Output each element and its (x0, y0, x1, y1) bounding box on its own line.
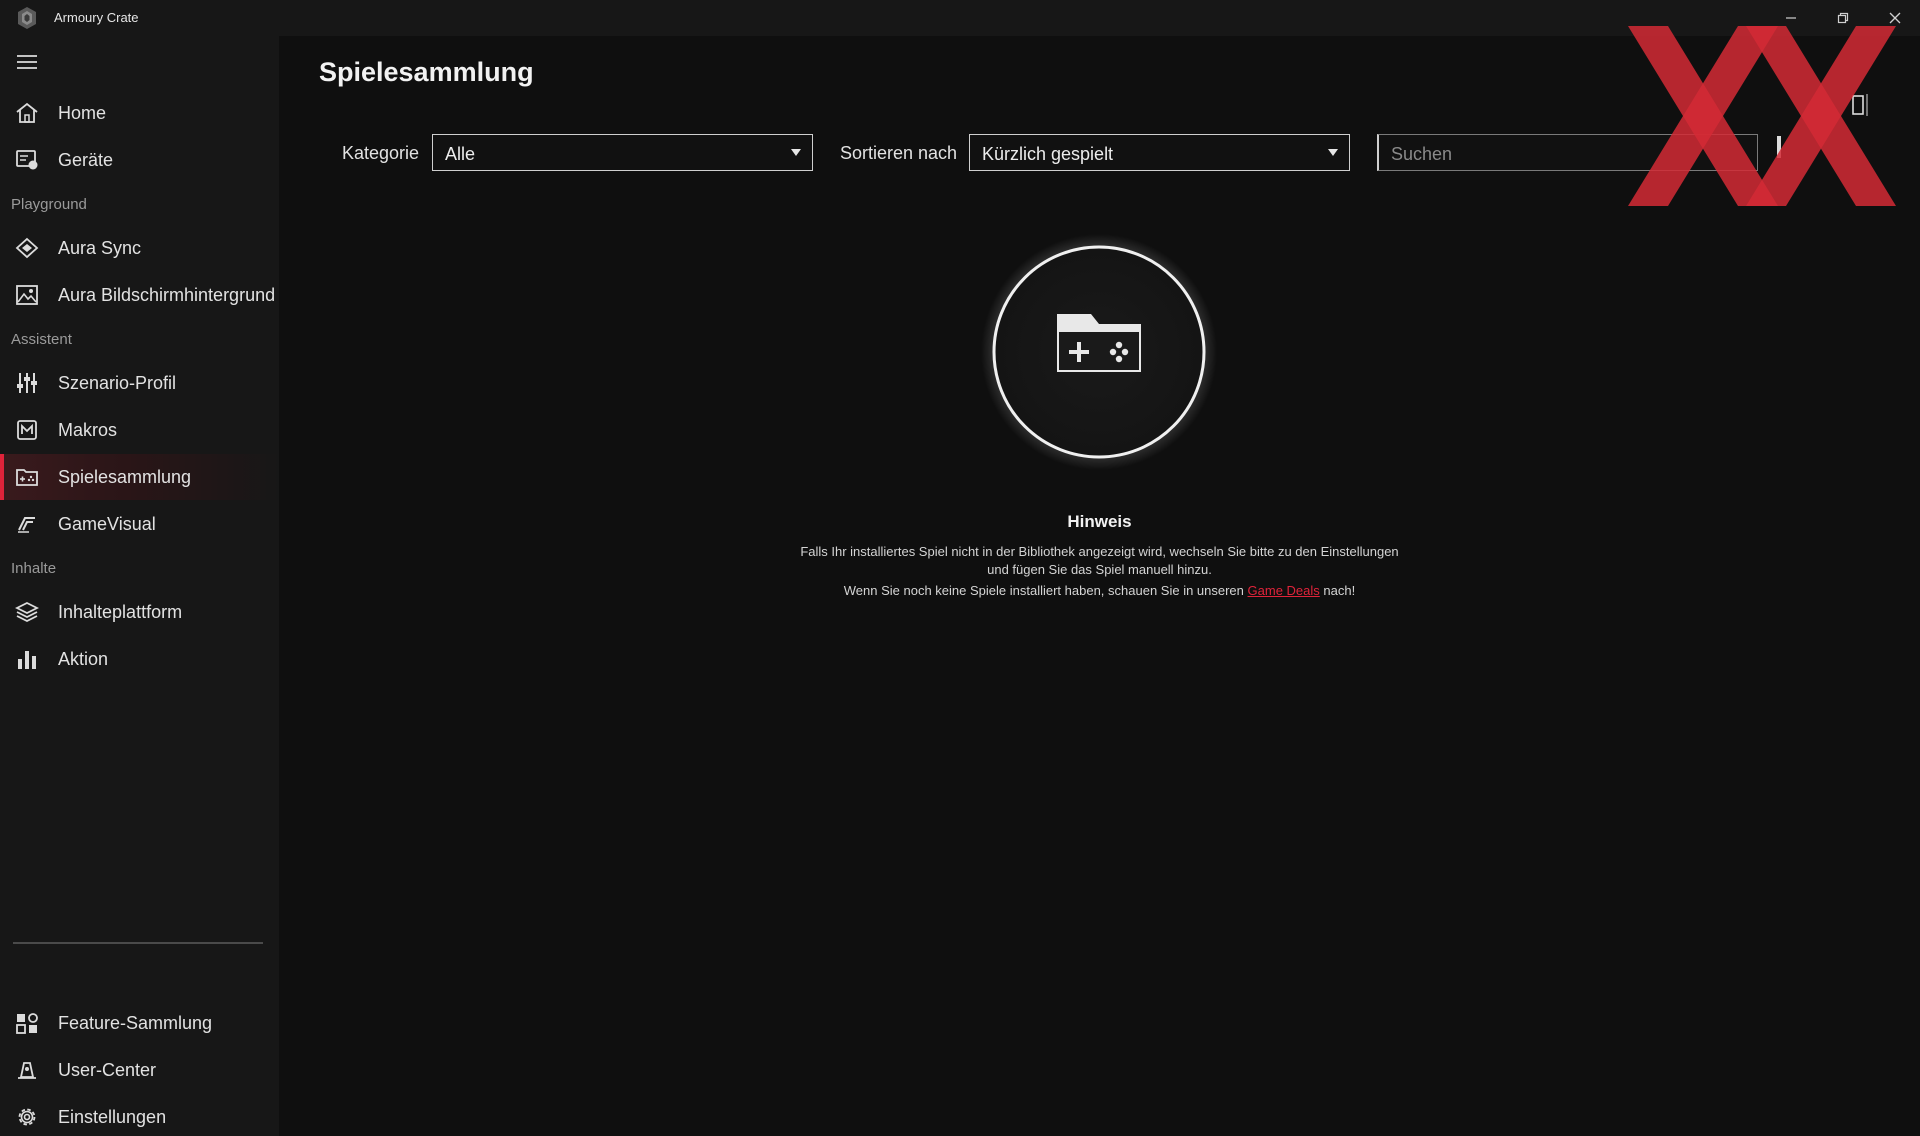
game-library-icon (16, 469, 38, 486)
category-value: Alle (445, 144, 476, 164)
gear-icon (18, 1108, 36, 1126)
app-title: Armoury Crate (54, 10, 139, 25)
sidebar-item-label: Makros (58, 420, 118, 440)
sidebar-item-label: Spielesammlung (58, 467, 192, 487)
sidebar-item-label: Geräte (58, 150, 114, 170)
sidebar-item-macros[interactable]: Makros (0, 407, 279, 453)
sidebar: Home Geräte Playground Aura Sync Aura Bi… (0, 36, 279, 1136)
sidebar-item-label: Szenario-Profil (58, 373, 177, 393)
sliders-icon (17, 373, 37, 393)
macro-icon (17, 420, 37, 440)
section-label-playground: Playground (11, 196, 87, 213)
sidebar-item-aura-sync[interactable]: Aura Sync (0, 225, 279, 271)
sidebar-item-settings[interactable]: Einstellungen (0, 1094, 279, 1136)
add-game-folder-icon[interactable] (979, 232, 1219, 472)
rog-logo-icon (18, 7, 36, 29)
bar-chart-icon (18, 651, 36, 669)
restore-icon (1837, 12, 1849, 24)
hint-line-1: Falls Ihr installiertes Spiel nicht in d… (800, 544, 1399, 559)
sidebar-item-label: Aktion (58, 649, 109, 669)
sidebar-item-game-library[interactable]: Spielesammlung (0, 454, 279, 500)
sidebar-item-aura-wallpaper[interactable]: Aura Bildschirmhintergrund (0, 272, 279, 318)
game-deals-link[interactable]: Game Deals (1248, 583, 1320, 598)
search-placeholder: Suchen (1391, 144, 1453, 164)
sidebar-item-feature-collection[interactable]: Feature-Sammlung (0, 1000, 279, 1046)
hamburger-menu-icon[interactable] (17, 54, 37, 70)
close-icon (1889, 12, 1901, 24)
section-label-assistant: Assistent (11, 331, 72, 348)
hint-line-3-prefix: Wenn Sie noch keine Spiele installiert h… (843, 583, 1244, 598)
layers-icon (15, 601, 39, 623)
page-title: Spielesammlung (319, 57, 534, 87)
feature-grid-icon (16, 1013, 38, 1034)
sort-value: Kürzlich gespielt (982, 144, 1114, 164)
category-dropdown[interactable]: Alle (432, 134, 813, 171)
wallpaper-icon (16, 285, 38, 305)
sort-label: Sortieren nach (840, 143, 958, 163)
sidebar-divider (13, 942, 263, 944)
sidebar-item-label: Aura Bildschirmhintergrund (58, 285, 276, 305)
hint-line-3: Wenn Sie noch keine Spiele installiert h… (279, 583, 1920, 598)
watermark-logo (1628, 26, 1896, 206)
sort-dropdown[interactable]: Kürzlich gespielt (969, 134, 1350, 171)
sidebar-item-label: User-Center (58, 1060, 157, 1080)
user-center-icon (18, 1062, 36, 1079)
category-label: Kategorie (342, 143, 420, 163)
sidebar-item-label: Aura Sync (58, 238, 142, 258)
sidebar-item-gamevisual[interactable]: GameVisual (0, 501, 279, 547)
sidebar-item-devices[interactable]: Geräte (0, 137, 279, 183)
gamevisual-icon (18, 517, 35, 533)
sidebar-item-action[interactable]: Aktion (0, 636, 279, 682)
hint-title: Hinweis (1067, 512, 1132, 531)
section-label-content: Inhalte (11, 560, 57, 577)
aura-sync-icon (15, 237, 39, 259)
sidebar-item-label: Einstellungen (58, 1107, 167, 1127)
sidebar-item-label: Home (58, 103, 107, 123)
sidebar-item-user-center[interactable]: User-Center (0, 1047, 279, 1093)
sidebar-item-content-platform[interactable]: Inhalteplattform (0, 589, 279, 635)
sidebar-item-label: GameVisual (58, 514, 156, 534)
hint-line-3-suffix: nach! (1323, 583, 1356, 598)
chevron-down-icon (791, 149, 801, 156)
sidebar-item-label: Inhalteplattform (58, 602, 183, 622)
devices-icon (16, 150, 38, 170)
home-icon (16, 102, 38, 123)
hint-line-2: und fügen Sie das Spiel manuell hinzu. (987, 562, 1212, 577)
minimize-icon (1786, 17, 1796, 19)
sidebar-item-label: Feature-Sammlung (58, 1013, 213, 1033)
sidebar-item-scenario-profile[interactable]: Szenario-Profil (0, 360, 279, 406)
sidebar-item-home[interactable]: Home (0, 90, 279, 136)
chevron-down-icon (1328, 149, 1338, 156)
